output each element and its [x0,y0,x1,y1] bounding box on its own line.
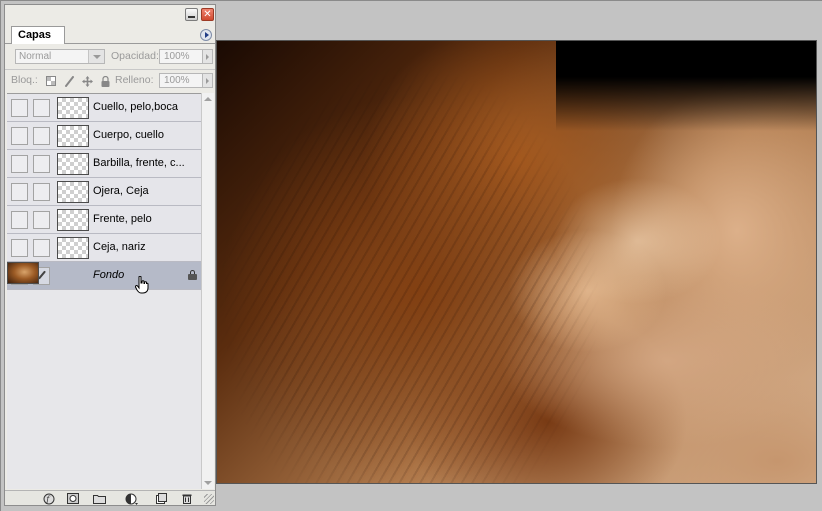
layer-name: Ceja, nariz [93,241,146,253]
new-group-button[interactable] [91,492,107,505]
opacity-slider-button[interactable] [203,49,213,64]
layer-thumbnail [57,181,89,203]
layer-visibility-toggle[interactable] [11,211,28,229]
delete-layer-button[interactable] [179,492,195,505]
image-canvas[interactable] [216,40,817,484]
layer-name: Cuello, pelo,boca [93,101,179,113]
layer-mask-icon [67,493,79,504]
layers-scrollbar[interactable] [201,93,214,489]
photoshop-window: ✕ Capas Normal Opacidad: 100% Bloq.: Rel… [0,0,822,511]
layer-row-fondo[interactable]: Fondo [7,262,201,290]
fill-slider-button[interactable] [203,73,213,88]
layer-row[interactable]: Cuello, pelo,boca [7,94,201,122]
panel-menu-arrow-icon [204,32,209,38]
layers-list: Cuello, pelo,boca Cuerpo, cuello Barbill… [7,93,201,489]
layer-thumbnail [57,209,89,231]
layer-thumbnail [57,125,89,147]
layer-name: Frente, pelo [93,213,152,225]
folder-icon [92,494,106,504]
layer-mask-button[interactable] [65,492,81,505]
scroll-up-button[interactable] [202,93,214,105]
lock-options-row: Bloq.: Relleno: 100% [5,69,215,91]
adjustment-layer-button[interactable] [123,492,139,505]
lock-position-move-icon[interactable] [81,75,93,87]
fill-label: Relleno: [115,74,154,86]
blend-options-row: Normal Opacidad: 100% [5,46,215,68]
layer-link-toggle[interactable] [33,183,50,201]
chevron-right-icon [206,53,209,60]
layer-row[interactable]: Frente, pelo [7,206,201,234]
lock-pixels-brush-icon[interactable] [63,75,75,87]
layer-link-toggle[interactable] [33,211,50,229]
layer-thumbnail [57,97,89,119]
opacity-label: Opacidad: [111,50,159,62]
layer-name: Barbilla, frente, c... [93,157,185,169]
layer-style-button[interactable]: f [41,492,57,505]
fill-field[interactable]: 100% [159,73,203,88]
lock-all-icon[interactable] [99,75,111,87]
panel-titlebar[interactable]: ✕ [5,5,215,25]
layer-name: Cuerpo, cuello [93,129,164,141]
layer-name: Fondo [93,269,125,281]
layer-thumbnail [57,153,89,175]
opacity-field[interactable]: 100% [159,49,203,64]
chevron-down-icon [204,481,212,485]
panel-tabs: Capas [5,25,215,44]
lock-transparency-icon[interactable] [45,75,57,87]
close-icon: ✕ [203,8,212,20]
layer-thumbnail [7,262,39,284]
layer-row[interactable]: Barbilla, frente, c... [7,150,201,178]
layer-link-toggle[interactable] [33,127,50,145]
layer-visibility-toggle[interactable] [11,127,28,145]
lock-label: Bloq.: [11,74,38,86]
trash-icon [182,494,192,504]
minimize-icon [188,16,195,18]
close-button[interactable]: ✕ [201,8,214,21]
layers-panel: ✕ Capas Normal Opacidad: 100% Bloq.: Rel… [4,4,216,506]
layer-link-toggle[interactable] [33,99,50,117]
layer-link-toggle[interactable] [33,239,50,257]
layer-thumbnail [57,237,89,259]
minimize-button[interactable] [185,8,198,21]
layer-visibility-toggle[interactable] [11,183,28,201]
panel-menu-button[interactable] [200,29,212,41]
new-layer-button[interactable] [153,492,169,505]
layer-link-toggle[interactable] [33,155,50,173]
blend-mode-value: Normal [19,51,52,62]
layers-bottom-toolbar: f [5,490,215,505]
layer-row[interactable]: Cuerpo, cuello [7,122,201,150]
layer-visibility-toggle[interactable] [11,155,28,173]
blend-mode-dropdown-arrow[interactable] [88,50,104,63]
chevron-right-icon [206,77,209,84]
resize-grip[interactable] [204,494,214,504]
adjustment-layer-icon [125,493,138,505]
layer-row[interactable]: Ceja, nariz [7,234,201,262]
chevron-down-icon [92,54,101,59]
layer-visibility-toggle[interactable] [11,99,28,117]
layer-style-icon: f [43,493,55,504]
lock-icon [188,270,197,280]
layer-name: Ojera, Ceja [93,185,149,197]
scroll-down-button[interactable] [202,477,214,489]
layer-visibility-toggle[interactable] [11,239,28,257]
tab-capas[interactable]: Capas [11,26,65,44]
blend-mode-select[interactable]: Normal [15,49,105,64]
photo-shadow [556,41,816,131]
hand-cursor-icon [135,276,149,294]
new-layer-icon [155,493,167,504]
chevron-up-icon [204,97,212,101]
layer-row[interactable]: Ojera, Ceja [7,178,201,206]
